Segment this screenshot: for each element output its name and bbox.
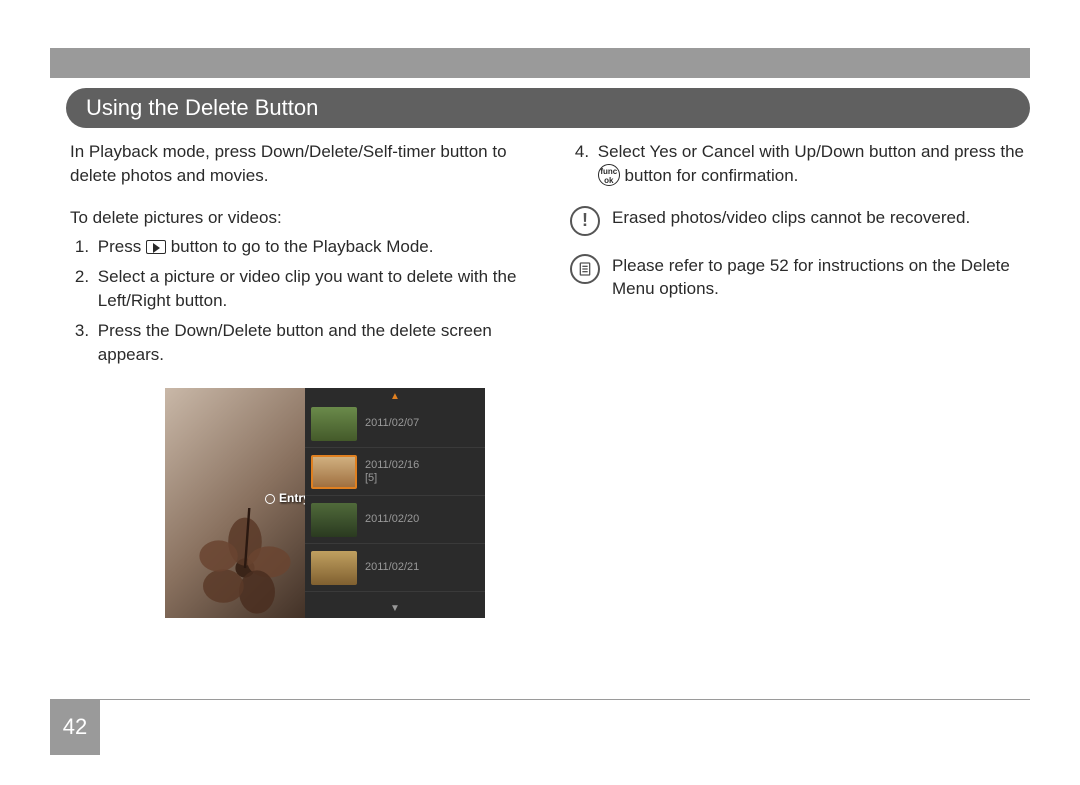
delete-screen-figure: Entry ▲ 2011/02/07 2011/02/16 [5] [165, 388, 485, 618]
step-3: Press the Down/Delete button and the del… [94, 319, 530, 367]
count-label: [5] [365, 472, 419, 485]
warning-text: Erased photos/video clips cannot be reco… [612, 206, 970, 230]
steps-list-right: Select Yes or Cancel with Up/Down button… [594, 140, 1030, 188]
up-arrow-icon: ▲ [390, 390, 400, 404]
section-title: Using the Delete Button [66, 88, 1030, 128]
date-label: 2011/02/07 [365, 417, 419, 430]
intro-paragraph: In Playback mode, press Down/Delete/Self… [70, 140, 530, 188]
reference-text: Please refer to page 52 for instructions… [612, 254, 1030, 302]
flower-graphic [185, 508, 305, 618]
thumbnail [311, 503, 357, 537]
page-number: 42 [50, 700, 100, 755]
page-number-text: 42 [63, 712, 87, 743]
date-row: 2011/02/20 [305, 496, 485, 544]
document-icon [570, 254, 600, 284]
date-row: 2011/02/07 [305, 400, 485, 448]
reference-note: Please refer to page 52 for instructions… [570, 254, 1030, 302]
entry-dot-icon [265, 494, 275, 504]
figure-date-panel: ▲ 2011/02/07 2011/02/16 [5] 2011/02/20 [305, 388, 485, 618]
date-label: 2011/02/16 [365, 459, 419, 472]
step-4-text-a: Select Yes or Cancel with Up/Down button… [598, 142, 1024, 161]
date-row-selected: 2011/02/16 [5] [305, 448, 485, 496]
down-arrow-icon: ▼ [390, 602, 400, 616]
step-1: Press button to go to the Playback Mode. [94, 235, 530, 259]
date-row: 2011/02/21 [305, 544, 485, 592]
warning-icon: ! [570, 206, 600, 236]
thumbnail [311, 407, 357, 441]
func-ok-icon: funcok [598, 164, 620, 186]
content-columns: In Playback mode, press Down/Delete/Self… [70, 140, 1030, 618]
step-4: Select Yes or Cancel with Up/Down button… [594, 140, 1030, 188]
right-column: Select Yes or Cancel with Up/Down button… [570, 140, 1030, 618]
func-label-top: func [600, 167, 617, 176]
thumbnail [311, 455, 357, 489]
subheading: To delete pictures or videos: [70, 206, 530, 230]
step-4-text-b: button for confirmation. [625, 166, 799, 185]
step-1-text-a: Press [98, 237, 146, 256]
date-label: 2011/02/21 [365, 561, 419, 574]
warning-note: ! Erased photos/video clips cannot be re… [570, 206, 1030, 236]
step-2: Select a picture or video clip you want … [94, 265, 530, 313]
playback-icon [146, 240, 166, 254]
steps-list-left: Press button to go to the Playback Mode.… [94, 235, 530, 366]
entry-button-label: Entry [265, 490, 310, 507]
left-column: In Playback mode, press Down/Delete/Self… [70, 140, 530, 618]
section-title-text: Using the Delete Button [86, 93, 318, 124]
bottom-rule [50, 699, 1030, 700]
step-1-text-b: button to go to the Playback Mode. [171, 237, 434, 256]
func-label-bot: ok [604, 176, 613, 185]
top-bar [50, 48, 1030, 78]
thumbnail [311, 551, 357, 585]
date-label: 2011/02/20 [365, 513, 419, 526]
